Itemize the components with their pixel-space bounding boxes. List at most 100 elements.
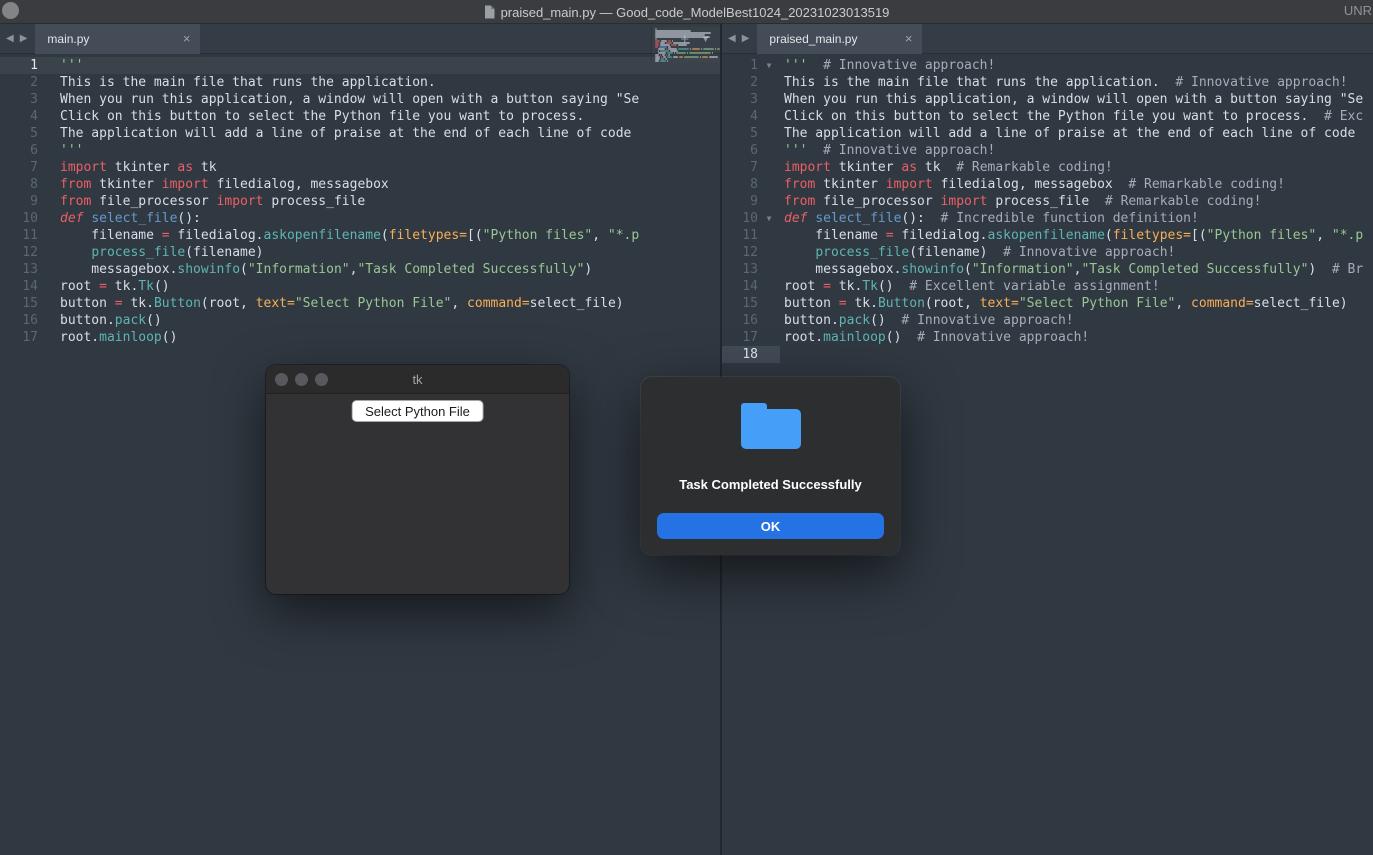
line-number: 1 [722, 57, 758, 74]
code-line[interactable]: 3When you run this application, a window… [0, 91, 720, 108]
code-line[interactable]: 12 process_file(filename) # Innovative a… [722, 244, 1373, 261]
line-number: 9 [722, 193, 758, 210]
code-line[interactable]: 1▼''' # Innovative approach! [722, 57, 1373, 74]
line-number: 5 [0, 125, 38, 142]
tab-label: main.py [47, 32, 180, 46]
code-text: process_file(filename) [38, 244, 264, 261]
code-text: button.pack() [38, 312, 162, 329]
code-text: root = tk.Tk() # Excellent variable assi… [780, 278, 1160, 295]
gutter-spacer [758, 159, 780, 176]
gutter-spacer [758, 108, 780, 125]
tab-main-py[interactable]: main.py × [35, 24, 200, 54]
code-text: messagebox.showinfo("Information","Task … [780, 261, 1363, 278]
line-number: 16 [722, 312, 758, 329]
line-number: 13 [722, 261, 758, 278]
code-line[interactable]: 14 root = tk.Tk() # Excellent variable as… [722, 278, 1373, 295]
code-text: from file_processor import process_file … [780, 193, 1261, 210]
line-number: 14 [722, 278, 758, 295]
window-titlebar: praised_main.py — Good_code_ModelBest102… [0, 0, 1373, 24]
code-line[interactable]: 5The application will add a line of prai… [722, 125, 1373, 142]
code-text: ''' # Innovative approach! [780, 142, 995, 159]
tab-praised-main-py[interactable]: praised_main.py × [757, 24, 922, 54]
tk-window-titlebar[interactable]: tk [266, 365, 569, 394]
folder-icon [741, 409, 801, 449]
line-number: 6 [0, 142, 38, 159]
code-text: The application will add a line of prais… [38, 125, 631, 142]
code-line[interactable]: 13 messagebox.showinfo("Information","Ta… [0, 261, 720, 278]
code-line[interactable]: 3When you run this application, a window… [722, 91, 1373, 108]
code-line[interactable]: 8from tkinter import filedialog, message… [0, 176, 720, 193]
line-number: 2 [722, 74, 758, 91]
minimap[interactable] [651, 27, 720, 62]
code-line[interactable]: 10▼def select_file(): # Incredible funct… [722, 210, 1373, 227]
line-number: 1 [0, 57, 38, 74]
line-number: 5 [722, 125, 758, 142]
minimap-line [655, 52, 720, 54]
code-text: This is the main file that runs the appl… [780, 74, 1348, 91]
code-line[interactable]: 6''' [0, 142, 720, 159]
tab-bar-right: ◀ ▶ praised_main.py × [722, 24, 1373, 54]
code-text: Click on this button to select the Pytho… [780, 108, 1363, 125]
code-line[interactable]: 16button.pack() [0, 312, 720, 329]
history-forward-button[interactable]: ▶ [742, 24, 750, 54]
code-line[interactable]: 4Click on this button to select the Pyth… [0, 108, 720, 125]
code-line[interactable]: 17root.mainloop() # Innovative approach! [722, 329, 1373, 346]
line-number: 8 [722, 176, 758, 193]
code-line[interactable]: 7import tkinter as tk [0, 159, 720, 176]
code-line[interactable]: 14root = tk.Tk() [0, 278, 720, 295]
code-line[interactable]: 5The application will add a line of prai… [0, 125, 720, 142]
code-line[interactable]: 15button = tk.Button(root, text="Select … [722, 295, 1373, 312]
code-line[interactable]: 6 ''' # Innovative approach! [722, 142, 1373, 159]
code-line[interactable]: 13 messagebox.showinfo("Information","Ta… [722, 261, 1373, 278]
gutter-spacer [758, 295, 780, 312]
code-line[interactable]: 2This is the main file that runs the app… [0, 74, 720, 91]
line-number: 13 [0, 261, 38, 278]
code-line[interactable]: 16 button.pack() # Innovative approach! [722, 312, 1373, 329]
completion-dialog: Task Completed Successfully OK [641, 377, 900, 555]
fold-arrow-icon[interactable]: ▼ [758, 57, 780, 74]
line-number: 16 [0, 312, 38, 329]
select-python-file-button[interactable]: Select Python File [351, 400, 484, 422]
unregistered-label: UNR [1344, 3, 1372, 18]
ok-button[interactable]: OK [657, 513, 884, 539]
code-line[interactable]: 4Click on this button to select the Pyth… [722, 108, 1373, 125]
line-number: 6 [722, 142, 758, 159]
close-icon[interactable]: × [181, 31, 193, 46]
code-line[interactable]: 11 filename = filedialog.askopenfilename… [0, 227, 720, 244]
line-number: 7 [0, 159, 38, 176]
code-text: button.pack() # Innovative approach! [780, 312, 1074, 329]
tab-label: praised_main.py [769, 32, 902, 46]
gutter-spacer [758, 125, 780, 142]
code-line[interactable]: 1''' [0, 57, 720, 74]
code-line[interactable]: 11 filename = filedialog.askopenfilename… [722, 227, 1373, 244]
gutter-spacer [758, 227, 780, 244]
gutter-spacer [758, 346, 780, 363]
code-line[interactable]: 9 from file_processor import process_file… [722, 193, 1373, 210]
minimap-line [655, 60, 720, 62]
history-forward-button[interactable]: ▶ [20, 24, 28, 54]
code-line[interactable]: 7import tkinter as tk # Remarkable codin… [722, 159, 1373, 176]
line-number: 18 [722, 346, 758, 363]
code-line[interactable]: 8from tkinter import filedialog, message… [722, 176, 1373, 193]
code-text: When you run this application, a window … [38, 91, 639, 108]
fold-arrow-icon[interactable]: ▼ [758, 210, 780, 227]
code-text: button = tk.Button(root, text="Select Py… [780, 295, 1348, 312]
desktop: praised_main.py — Good_code_ModelBest102… [0, 0, 1373, 855]
nav-arrows: ◀ ▶ [0, 24, 35, 54]
history-back-button[interactable]: ◀ [728, 24, 736, 54]
document-icon [484, 5, 495, 19]
code-text: root.mainloop() [38, 329, 177, 346]
code-line[interactable]: 12 process_file(filename) [0, 244, 720, 261]
code-line[interactable]: 10def select_file(): [0, 210, 720, 227]
line-number: 4 [0, 108, 38, 125]
close-icon[interactable]: × [903, 31, 915, 46]
code-text: from tkinter import filedialog, messageb… [38, 176, 389, 193]
code-line[interactable]: 9from file_processor import process_file [0, 193, 720, 210]
code-line[interactable]: 2 This is the main file that runs the app… [722, 74, 1373, 91]
line-number: 8 [0, 176, 38, 193]
code-line[interactable]: 18 [722, 346, 1373, 363]
history-back-button[interactable]: ◀ [6, 24, 14, 54]
tk-window: tk Select Python File [266, 365, 569, 594]
code-line[interactable]: 17root.mainloop() [0, 329, 720, 346]
code-line[interactable]: 15button = tk.Button(root, text="Select … [0, 295, 720, 312]
